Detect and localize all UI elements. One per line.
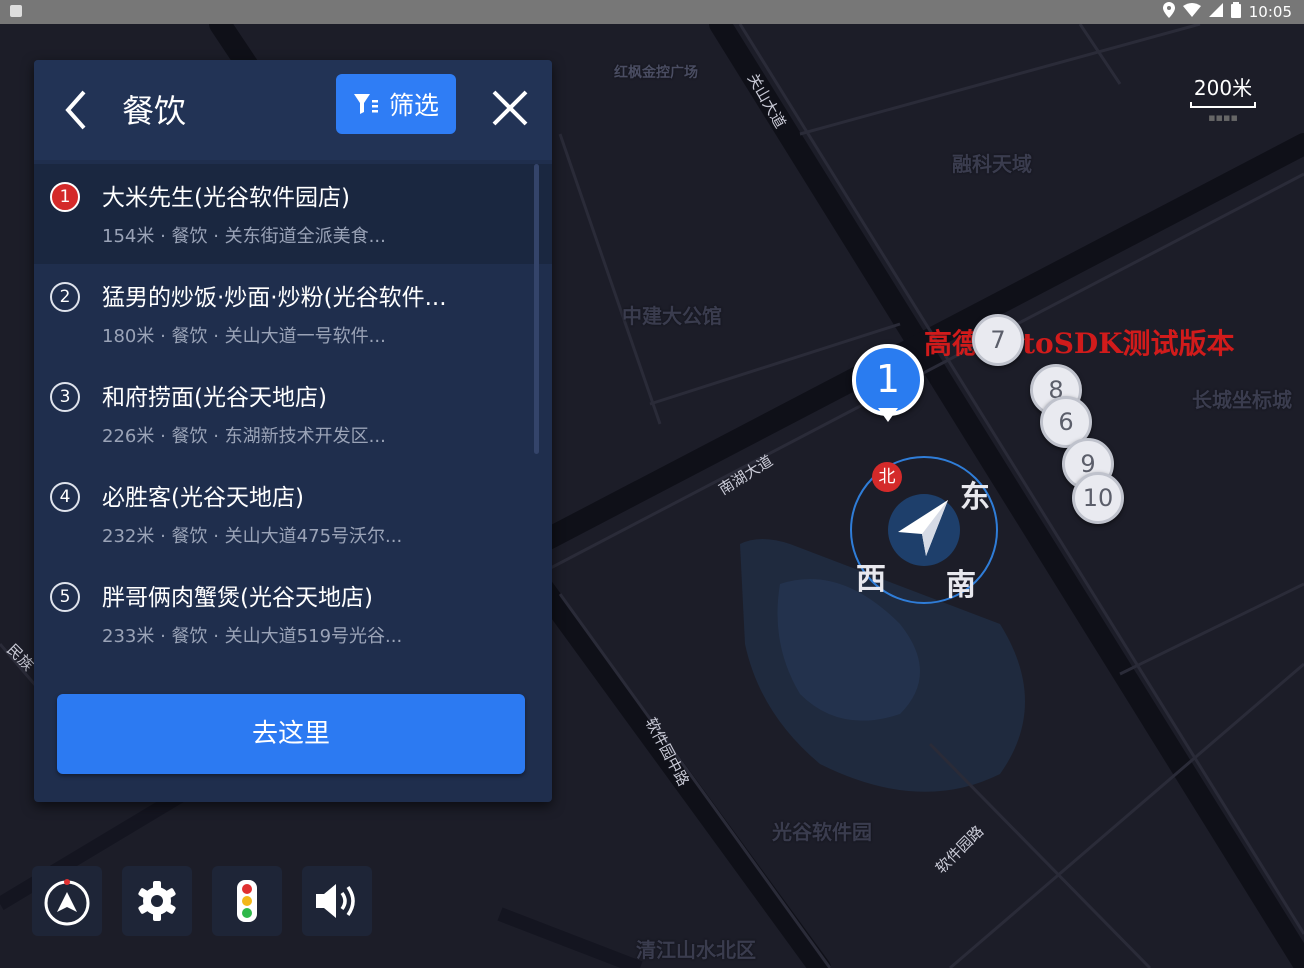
item-desc: 154米 · 餐饮 · 关东街道全派美食... (102, 226, 386, 247)
watermark: 高德AutoSDK测试版本 (924, 327, 1235, 360)
poi-label[interactable]: 长城坐标城 (1192, 384, 1292, 413)
poi-label[interactable]: 融科天域 (952, 148, 1032, 177)
close-icon[interactable] (490, 88, 530, 128)
traffic-light-icon (237, 880, 257, 922)
scale-line (1190, 102, 1256, 108)
battery-icon (1230, 2, 1241, 22)
compass-icon (44, 879, 90, 926)
item-name: 猛男的炒饭·炒面·炒粉(光谷软件... (102, 285, 447, 311)
compass-north-badge: 北 (872, 462, 902, 492)
poi-label[interactable]: 红枫金控广场 (614, 62, 698, 82)
filter-button[interactable]: 筛选 (336, 74, 456, 134)
item-number-badge: 5 (50, 582, 80, 612)
item-number-badge: 4 (50, 482, 80, 512)
compass-button[interactable] (32, 866, 102, 936)
scale-bar: 200米 ▪▪▪▪ (1190, 72, 1256, 124)
back-icon[interactable] (58, 88, 94, 132)
item-name: 必胜客(光谷天地店) (102, 485, 304, 511)
item-desc: 232米 · 餐饮 · 关山大道475号沃尔... (102, 526, 403, 547)
item-desc: 226米 · 餐饮 · 东湖新技术开发区... (102, 426, 386, 447)
notification-icon (10, 5, 22, 17)
go-here-button[interactable]: 去这里 (57, 694, 525, 774)
scale-value: 200米 (1193, 76, 1253, 100)
map-source-logo: ▪▪▪▪ (1208, 111, 1238, 124)
list-scrollbar[interactable] (534, 164, 539, 454)
list-item[interactable]: 4 必胜客(光谷天地店) 232米 · 餐饮 · 关山大道475号沃尔... (34, 464, 552, 564)
item-number-badge: 1 (50, 182, 80, 212)
compass-east-label: 东 (960, 480, 990, 515)
traffic-button[interactable] (212, 866, 282, 936)
item-desc: 233米 · 餐饮 · 关山大道519号光谷... (102, 626, 403, 647)
selected-poi-marker[interactable]: 1 (852, 344, 924, 422)
filter-icon (353, 94, 378, 114)
list-item[interactable]: 2 猛男的炒饭·炒面·炒粉(光谷软件... 180米 · 餐饮 · 关山大道一号… (34, 264, 552, 364)
compass-west-label: 西 (856, 562, 886, 597)
filter-label: 筛选 (388, 91, 439, 120)
wifi-icon (1182, 3, 1201, 21)
list-item[interactable]: 5 胖哥俩肉蟹煲(光谷天地店) 233米 · 餐饮 · 关山大道519号光谷..… (34, 564, 552, 664)
result-list[interactable]: 1 大米先生(光谷软件园店) 154米 · 餐饮 · 关东街道全派美食... 2… (34, 164, 552, 684)
speaker-icon (316, 884, 355, 918)
poi-label[interactable]: 光谷软件园 (772, 816, 872, 845)
poi-marker[interactable]: 10 (1072, 472, 1124, 524)
item-name: 大米先生(光谷软件园店) (102, 185, 350, 211)
compass-south-label: 南 (946, 568, 976, 603)
status-bar: 10:05 (0, 0, 1304, 24)
item-name: 胖哥俩肉蟹煲(光谷天地店) (102, 585, 373, 611)
item-desc: 180米 · 餐饮 · 关山大道一号软件... (102, 326, 386, 347)
volume-button[interactable] (302, 866, 372, 936)
poi-label[interactable]: 清江山水北区 (636, 934, 756, 963)
car-arrow-icon (898, 500, 948, 556)
item-number-badge: 3 (50, 382, 80, 412)
search-result-panel: 餐饮 筛选 1 大米先生(光谷软件园店) 154米 · 餐饮 · 关东街道全派美… (34, 60, 552, 802)
list-item[interactable]: 3 和府捞面(光谷天地店) 226米 · 餐饮 · 东湖新技术开发区... (34, 364, 552, 464)
gear-icon (138, 881, 176, 921)
car-position-compass: 北 东 南 西 (850, 456, 998, 604)
panel-header: 餐饮 筛选 (34, 60, 552, 160)
settings-button[interactable] (122, 866, 192, 936)
location-icon (1162, 2, 1175, 22)
poi-marker[interactable]: 7 (972, 314, 1024, 366)
signal-icon (1208, 3, 1223, 21)
item-number-badge: 2 (50, 282, 80, 312)
poi-label[interactable]: 中建大公馆 (622, 300, 722, 329)
list-item[interactable]: 1 大米先生(光谷软件园店) 154米 · 餐饮 · 关东街道全派美食... (34, 164, 552, 264)
clock: 10:05 (1248, 3, 1292, 21)
item-name: 和府捞面(光谷天地店) (102, 385, 327, 411)
panel-title: 餐饮 (122, 92, 187, 130)
